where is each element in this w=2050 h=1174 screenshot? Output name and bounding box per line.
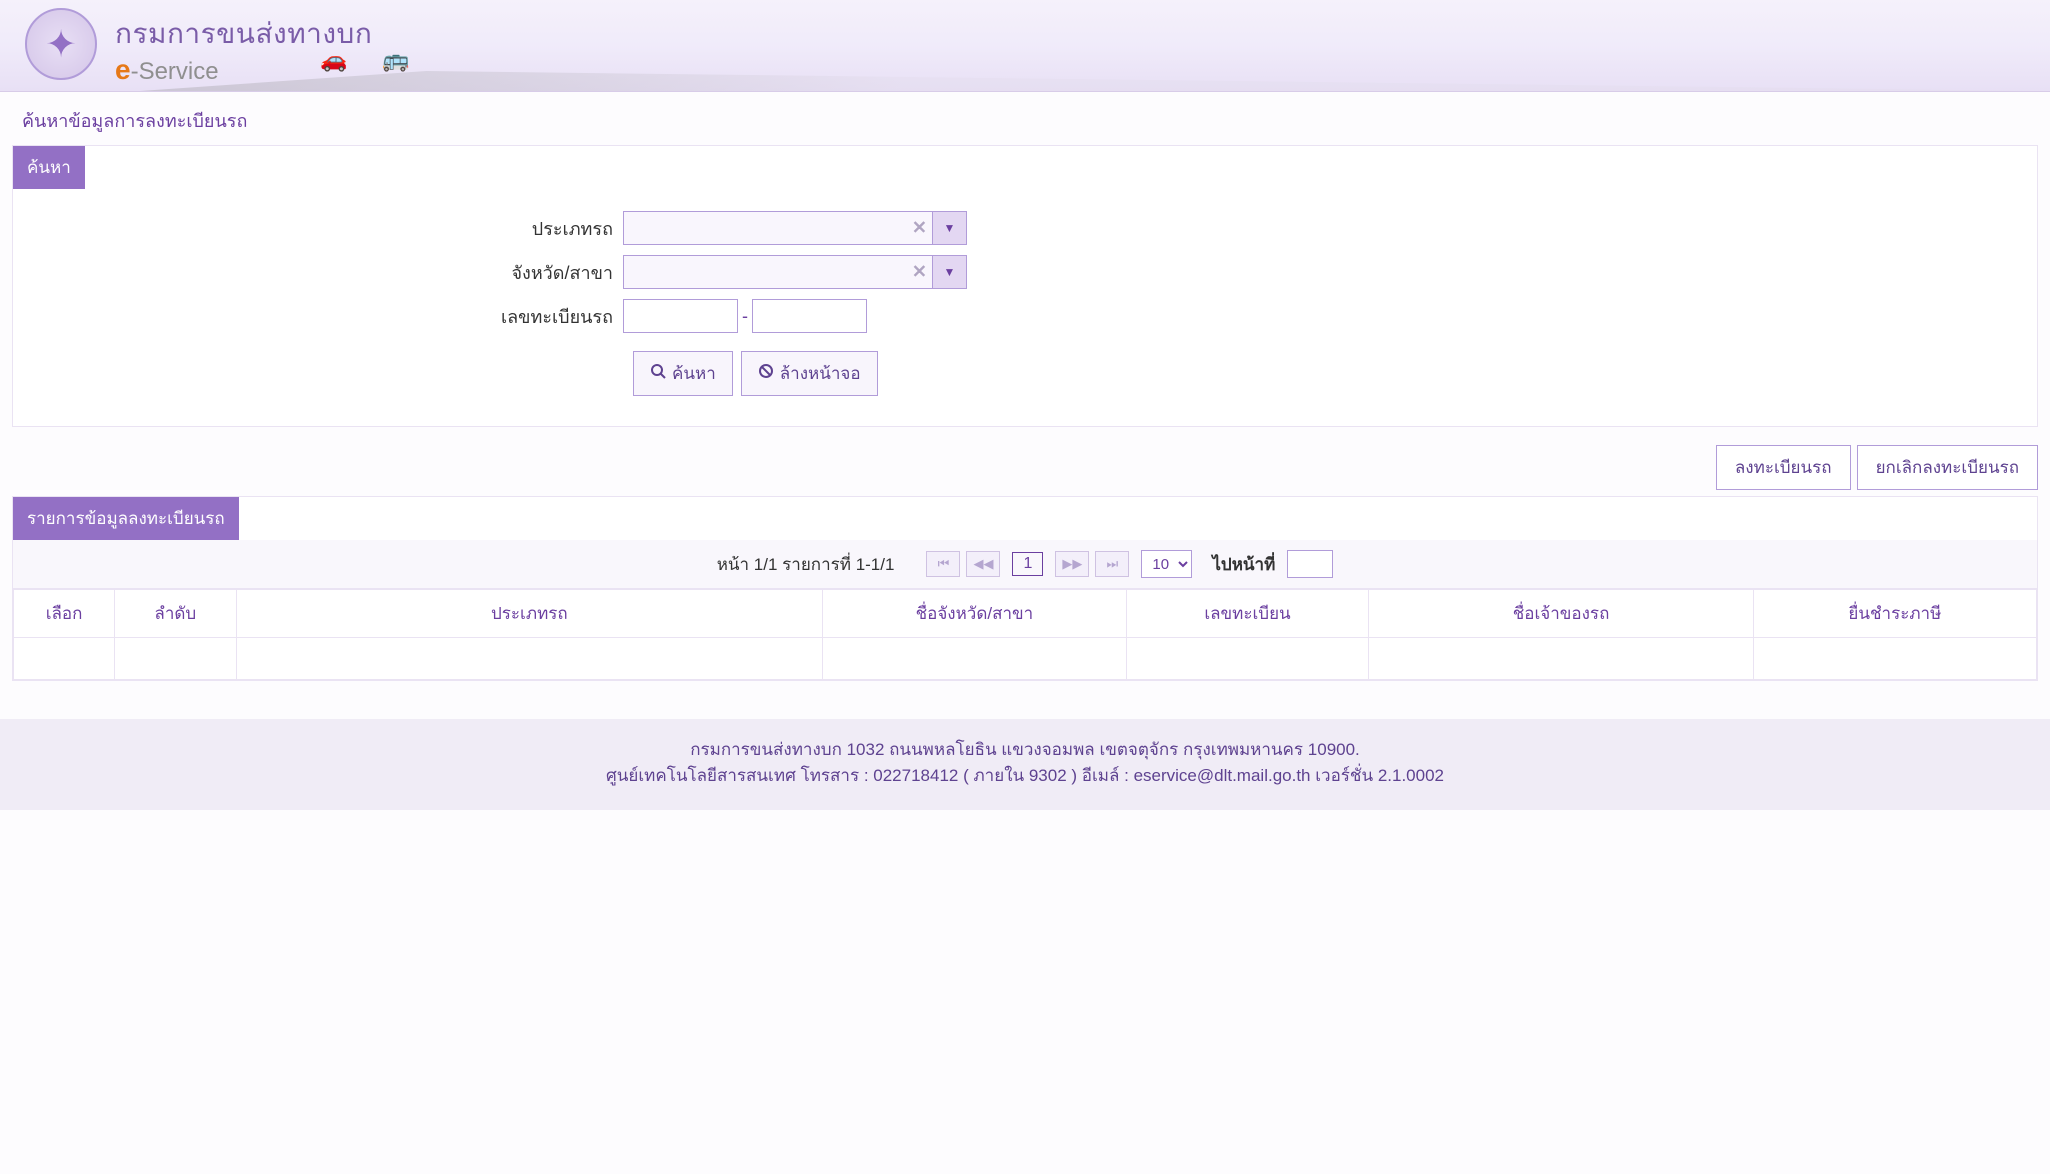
table-cell	[1369, 638, 1753, 680]
last-page-button[interactable]: ⏭	[1095, 551, 1129, 577]
chevron-down-icon: ▼	[944, 265, 956, 279]
list-panel: รายการข้อมูลลงทะเบียนรถ หน้า 1/1 รายการท…	[12, 496, 2038, 681]
prev-page-button[interactable]: ◀◀	[966, 551, 1000, 577]
column-header: เลือก	[14, 590, 115, 638]
vehicle-type-label: ประเภทรถ	[33, 214, 623, 243]
first-icon: ⏮	[938, 556, 950, 572]
table-row	[14, 638, 2037, 680]
table-cell	[236, 638, 823, 680]
column-header: ลำดับ	[115, 590, 236, 638]
dash-separator: -	[742, 306, 748, 327]
plate-label: เลขทะเบียนรถ	[33, 302, 623, 331]
vehicle-type-dropdown[interactable]: ▼	[933, 211, 967, 245]
table-cell	[823, 638, 1126, 680]
clear-button[interactable]: ล้างหน้าจอ	[741, 351, 878, 396]
search-button[interactable]: ค้นหา	[633, 351, 733, 396]
current-page[interactable]: 1	[1012, 552, 1043, 576]
province-input[interactable]	[623, 255, 933, 289]
footer-line2: ศูนย์เทคโนโลยีสารสนเทศ โทรสาร : 02271841…	[10, 763, 2040, 789]
column-header: เลขทะเบียน	[1126, 590, 1369, 638]
next-icon: ▶▶	[1062, 556, 1082, 572]
prev-icon: ◀◀	[973, 556, 993, 572]
paginator: หน้า 1/1 รายการที่ 1-1/1 ⏮ ◀◀ 1 ▶▶ ⏭ 10 …	[13, 540, 2037, 589]
clear-icon[interactable]: ✕	[912, 218, 927, 239]
page-size-select[interactable]: 10	[1141, 550, 1192, 578]
column-header: ชื่อเจ้าของรถ	[1369, 590, 1753, 638]
footer-line1: กรมการขนส่งทางบก 1032 ถนนพหลโยธิน แขวงจอ…	[10, 737, 2040, 763]
car-icon: 🚗	[320, 47, 347, 73]
table-cell	[14, 638, 115, 680]
search-panel: ค้นหา ประเภทรถ ✕ ▼ จังหวัด/สาขา	[12, 145, 2038, 427]
header-banner: ✦ กรมการขนส่งทางบก e-Service 🚗 🚌	[0, 0, 2050, 92]
column-header: ชื่อจังหวัด/สาขา	[823, 590, 1126, 638]
page-title: ค้นหาข้อมูลการลงทะเบียนรถ	[12, 92, 2038, 145]
table-cell	[115, 638, 236, 680]
province-label: จังหวัด/สาขา	[33, 258, 623, 287]
cancel-register-button[interactable]: ยกเลิกลงทะเบียนรถ	[1857, 445, 2038, 490]
plate-input-2[interactable]	[752, 299, 867, 333]
goto-input[interactable]	[1287, 550, 1333, 578]
goto-label: ไปหน้าที่	[1212, 551, 1275, 578]
search-panel-header: ค้นหา	[13, 146, 85, 189]
column-header: ยื่นชำระภาษี	[1753, 590, 2036, 638]
column-header: ประเภทรถ	[236, 590, 823, 638]
chevron-down-icon: ▼	[944, 221, 956, 235]
data-table: เลือกลำดับประเภทรถชื่อจังหวัด/สาขาเลขทะเ…	[13, 589, 2037, 680]
paginator-info: หน้า 1/1 รายการที่ 1-1/1	[717, 551, 895, 578]
first-page-button[interactable]: ⏮	[926, 551, 960, 577]
footer: กรมการขนส่งทางบก 1032 ถนนพหลโยธิน แขวงจอ…	[0, 719, 2050, 810]
last-icon: ⏭	[1107, 556, 1119, 572]
table-cell	[1126, 638, 1369, 680]
province-dropdown[interactable]: ▼	[933, 255, 967, 289]
vehicle-type-input[interactable]	[623, 211, 933, 245]
logo: ✦	[25, 8, 97, 80]
clear-icon[interactable]: ✕	[912, 262, 927, 283]
table-cell	[1753, 638, 2036, 680]
search-icon	[650, 363, 666, 384]
list-panel-header: รายการข้อมูลลงทะเบียนรถ	[13, 497, 239, 540]
bus-icon: 🚌	[382, 47, 409, 73]
car-icons: 🚗 🚌	[320, 47, 410, 73]
register-button[interactable]: ลงทะเบียนรถ	[1716, 445, 1851, 490]
next-page-button[interactable]: ▶▶	[1055, 551, 1089, 577]
plate-input-1[interactable]	[623, 299, 738, 333]
cancel-icon	[758, 363, 774, 384]
